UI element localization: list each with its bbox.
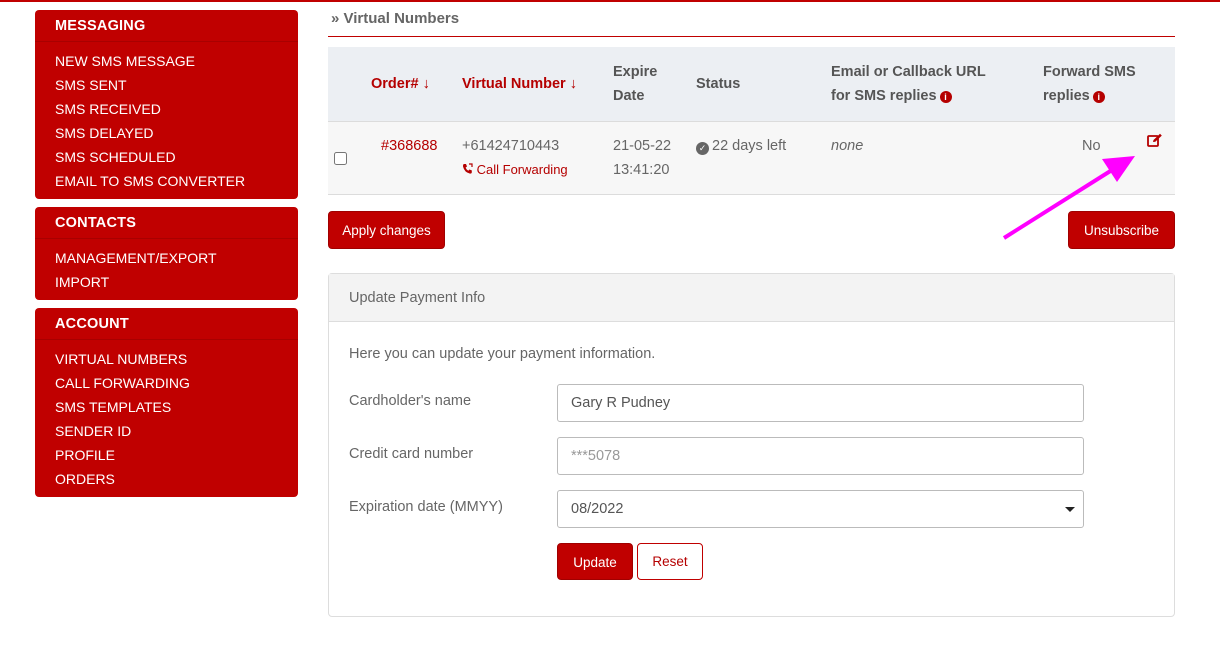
order-cell: #368688 [365, 121, 456, 194]
menu-title-account: ACCOUNT [35, 308, 298, 340]
sidebar-item-management-export[interactable]: MANAGEMENT/EXPORT [55, 246, 298, 270]
card-number-label: Credit card number [349, 446, 474, 462]
sort-arrow-icon: ↓ [422, 75, 430, 92]
forward-cell: No [1037, 121, 1175, 194]
sidebar-item-import[interactable]: IMPORT [55, 270, 298, 294]
order-link[interactable]: #368688 [371, 138, 437, 154]
virtual-numbers-table: Order# ↓ Virtual Number ↓ Expire Date St… [328, 47, 1175, 195]
sidebar-item-profile[interactable]: PROFILE [55, 443, 298, 467]
cardholder-name-input[interactable] [557, 384, 1084, 422]
expiration-date-select[interactable]: 08/2022 [557, 490, 1084, 528]
row-checkbox[interactable] [334, 151, 347, 165]
sidebar-item-sms-sent[interactable]: SMS SENT [55, 73, 298, 97]
sidebar-item-orders[interactable]: ORDERS [55, 467, 298, 491]
header-forward-line2: replies [1043, 87, 1090, 104]
sidebar-item-email-to-sms[interactable]: EMAIL TO SMS CONVERTER [55, 169, 298, 193]
sidebar-item-sms-templates[interactable]: SMS TEMPLATES [55, 395, 298, 419]
call-forwarding-link[interactable]: Call Forwarding [462, 158, 601, 182]
callback-value: none [831, 137, 864, 154]
main-content: » Virtual Numbers Order# ↓ Virtual Numbe… [328, 0, 1175, 195]
sidebar-item-sms-scheduled[interactable]: SMS SCHEDULED [55, 145, 298, 169]
header-callback: Email or Callback URL for SMS replies i [825, 47, 1037, 121]
sort-arrow-icon: ↓ [569, 75, 577, 92]
sidebar-item-call-forwarding[interactable]: CALL FORWARDING [55, 371, 298, 395]
sidebar-item-sender-id[interactable]: SENDER ID [55, 419, 298, 443]
header-callback-line2: for SMS replies [831, 87, 937, 104]
info-icon[interactable]: i [939, 90, 952, 103]
breadcrumb: » Virtual Numbers [328, 0, 1175, 37]
header-expire-line1: Expire [613, 63, 658, 80]
number-cell: +61424710443 Call Forwarding [456, 121, 607, 194]
payment-panel: Update Payment Info Here you can update … [328, 273, 1175, 617]
header-callback-line1: Email or Callback URL [831, 63, 986, 80]
header-forward-sms: Forward SMS replies i [1037, 47, 1175, 121]
info-icon[interactable]: i [1092, 90, 1105, 103]
unsubscribe-button[interactable]: Unsubscribe [1068, 211, 1175, 249]
header-status: Status [696, 75, 741, 92]
virtual-number-value: +61424710443 [462, 137, 560, 154]
status-cell: ✓ 22 days left [690, 121, 825, 194]
header-order[interactable]: Order# ↓ [365, 47, 456, 121]
expire-date-value: 21-05-22 [613, 137, 672, 154]
expire-time-value: 13:41:20 [613, 161, 670, 178]
header-order-label: Order# [371, 75, 419, 92]
forward-value: No [1082, 137, 1101, 154]
sidebar-item-new-sms[interactable]: NEW SMS MESSAGE [55, 49, 298, 73]
callback-cell: none [825, 121, 1037, 194]
header-forward-line1: Forward SMS [1043, 63, 1136, 80]
chevron-down-icon [1065, 507, 1075, 512]
payment-intro: Here you can update your payment informa… [349, 346, 656, 362]
expiration-date-value: 08/2022 [571, 501, 624, 517]
table-row: #368688 +61424710443 Call Forwarding 21-… [328, 121, 1175, 194]
cardholder-name-label: Cardholder's name [349, 393, 472, 409]
menu-title-contacts: CONTACTS [35, 207, 298, 239]
check-circle-icon: ✓ [696, 141, 709, 155]
expiration-date-label: Expiration date (MMYY) [349, 499, 503, 515]
reset-button[interactable]: Reset [637, 543, 703, 580]
header-virtual-number[interactable]: Virtual Number ↓ [456, 47, 607, 121]
menu-contacts: CONTACTS MANAGEMENT/EXPORT IMPORT [35, 207, 298, 300]
sidebar-item-sms-received[interactable]: SMS RECEIVED [55, 97, 298, 121]
menu-messaging: MESSAGING NEW SMS MESSAGE SMS SENT SMS R… [35, 10, 298, 199]
edit-icon[interactable] [1147, 133, 1163, 148]
sidebar: MESSAGING NEW SMS MESSAGE SMS SENT SMS R… [35, 10, 298, 505]
update-button[interactable]: Update [557, 543, 633, 580]
header-select [328, 47, 365, 121]
menu-account: ACCOUNT VIRTUAL NUMBERS CALL FORWARDING … [35, 308, 298, 497]
header-expire-line2: Date [613, 87, 645, 104]
phone-forward-icon [462, 162, 473, 174]
payment-panel-title: Update Payment Info [329, 274, 1174, 322]
table-header-row: Order# ↓ Virtual Number ↓ Expire Date St… [328, 47, 1175, 121]
call-forwarding-label: Call Forwarding [476, 161, 568, 177]
status-value: 22 days left [712, 137, 787, 154]
expire-cell: 21-05-22 13:41:20 [607, 121, 690, 194]
apply-changes-button[interactable]: Apply changes [328, 211, 445, 249]
sidebar-item-sms-delayed[interactable]: SMS DELAYED [55, 121, 298, 145]
menu-title-messaging: MESSAGING [35, 10, 298, 42]
header-expire-date: Expire Date [607, 47, 690, 121]
card-number-input[interactable] [557, 437, 1084, 475]
header-virtual-number-label: Virtual Number [462, 75, 566, 92]
sidebar-item-virtual-numbers[interactable]: VIRTUAL NUMBERS [55, 347, 298, 371]
row-select-cell [328, 121, 365, 194]
